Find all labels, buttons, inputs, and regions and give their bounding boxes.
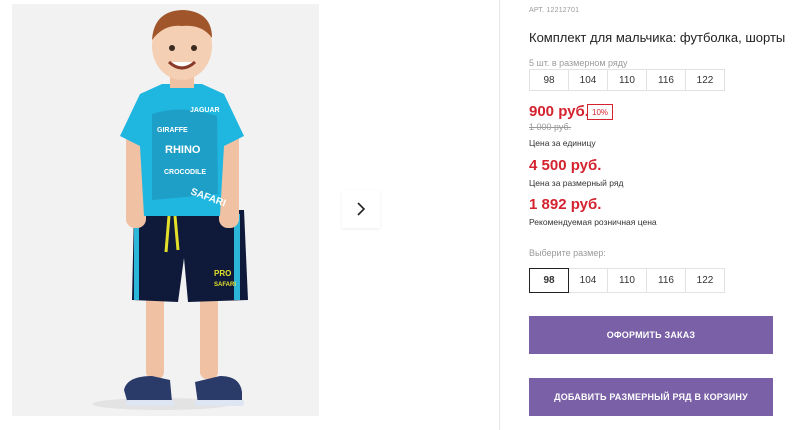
tshirt-print-2: JAGUAR bbox=[190, 107, 220, 114]
product-gallery: GIRAFFE JAGUAR RHINO CROCODILE SAFARI PR… bbox=[0, 0, 500, 430]
shorts-print-1: PRO bbox=[214, 269, 231, 278]
discount-badge: 10% bbox=[587, 104, 614, 120]
recommended-price-caption: Рекомендуемая розничная цена bbox=[529, 217, 657, 227]
choose-size-label: Выберите размер: bbox=[529, 248, 606, 258]
range-price-caption: Цена за размерный ряд bbox=[529, 178, 624, 188]
old-price: 1 000 руб. bbox=[529, 122, 572, 132]
size-option-104[interactable]: 104 bbox=[568, 268, 608, 293]
size-option-116[interactable]: 116 bbox=[646, 268, 686, 293]
product-sku: АРТ. 12212701 bbox=[529, 7, 580, 14]
size-range-cell: 98 bbox=[529, 69, 569, 91]
size-option-122[interactable]: 122 bbox=[685, 268, 725, 293]
size-option-98[interactable]: 98 bbox=[529, 268, 569, 293]
product-info-panel: АРТ. 12212701 Комплект для мальчика: фут… bbox=[529, 0, 800, 430]
size-option-110[interactable]: 110 bbox=[607, 268, 647, 293]
size-range-table: 98 104 110 116 122 bbox=[529, 69, 725, 91]
add-size-range-to-cart-button[interactable]: ДОБАВИТЬ РАЗМЕРНЫЙ РЯД В КОРЗИНУ bbox=[529, 378, 773, 416]
size-selector: 98 104 110 116 122 bbox=[529, 268, 725, 293]
recommended-price: 1 892 руб. bbox=[529, 196, 602, 213]
size-range-cell: 110 bbox=[607, 69, 647, 91]
tshirt-print-1: GIRAFFE bbox=[157, 127, 188, 134]
range-price: 4 500 руб. bbox=[529, 157, 602, 174]
tshirt-print-4: CROCODILE bbox=[164, 169, 206, 176]
size-range-cell: 104 bbox=[568, 69, 608, 91]
product-photo[interactable]: GIRAFFE JAGUAR RHINO CROCODILE SAFARI PR… bbox=[12, 4, 319, 416]
product-photo-illustration: GIRAFFE JAGUAR RHINO CROCODILE SAFARI PR… bbox=[12, 4, 319, 416]
size-range-cell: 122 bbox=[685, 69, 725, 91]
unit-price-caption: Цена за единицу bbox=[529, 138, 596, 148]
product-title: Комплект для мальчика: футболка, шорты bbox=[529, 30, 786, 45]
shorts-print-2: SAFARI bbox=[214, 282, 236, 288]
tshirt-print-3: RHINO bbox=[165, 144, 201, 156]
sizes-note: 5 шт. в размерном ряду bbox=[529, 58, 628, 68]
size-range-cell: 116 bbox=[646, 69, 686, 91]
next-image-button[interactable] bbox=[342, 190, 380, 228]
unit-price: 900 руб. bbox=[529, 103, 589, 120]
place-order-button[interactable]: ОФОРМИТЬ ЗАКАЗ bbox=[529, 316, 773, 354]
chevron-right-icon bbox=[357, 202, 366, 216]
